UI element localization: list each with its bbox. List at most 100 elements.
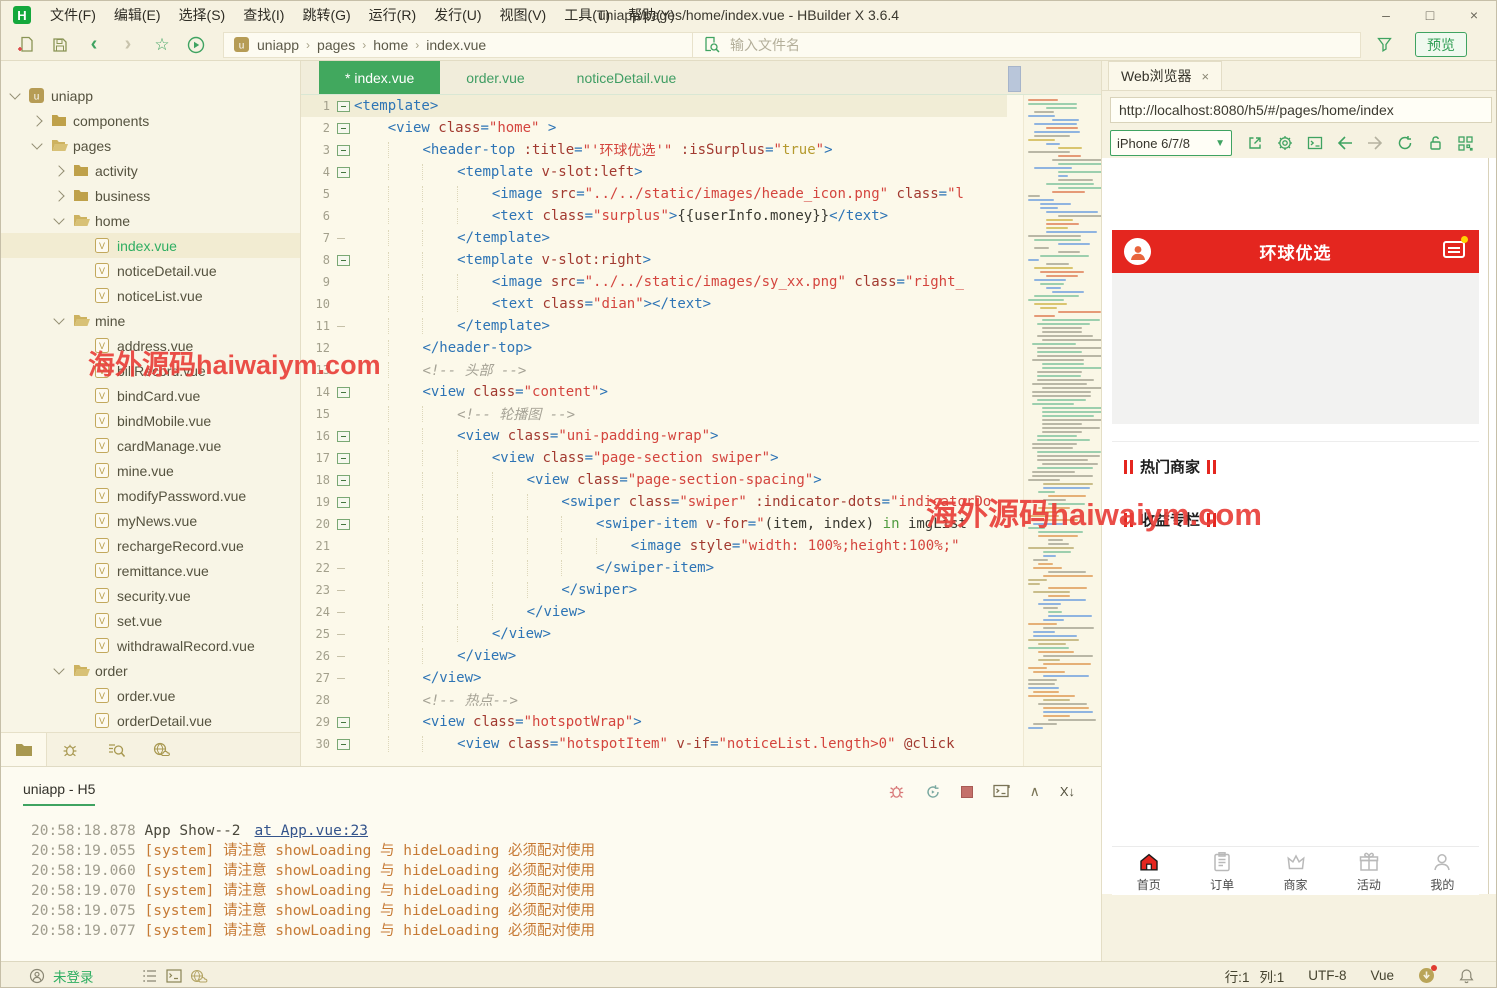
fold-open-icon[interactable] bbox=[337, 717, 350, 728]
chevron-right-icon[interactable] bbox=[53, 165, 64, 176]
breadcrumb-item[interactable]: uniapp bbox=[257, 37, 299, 53]
explorer-tab[interactable] bbox=[1, 733, 47, 766]
clear-console-icon[interactable]: X↓ bbox=[1060, 784, 1075, 799]
tree-item-order[interactable]: order bbox=[1, 658, 300, 683]
fold-open-icon[interactable] bbox=[337, 497, 350, 508]
fold-open-icon[interactable] bbox=[337, 739, 350, 750]
menu-item[interactable]: 发行(U) bbox=[425, 5, 490, 25]
tree-item-noticeDetail.vue[interactable]: VnoticeDetail.vue bbox=[1, 258, 300, 283]
phone-tab-user[interactable]: 我的 bbox=[1406, 847, 1479, 895]
menu-item[interactable]: 文件(F) bbox=[41, 5, 105, 25]
preview-button[interactable]: 预览 bbox=[1415, 32, 1467, 57]
code-line[interactable]: 23 </swiper> bbox=[301, 579, 1007, 601]
code-line[interactable]: 7 </template> bbox=[301, 227, 1007, 249]
code-line[interactable]: 22 </swiper-item> bbox=[301, 557, 1007, 579]
new-file-button[interactable] bbox=[9, 32, 43, 58]
web-browser-tab[interactable]: Web浏览器 × bbox=[1108, 61, 1222, 90]
tree-item-bindMobile.vue[interactable]: VbindMobile.vue bbox=[1, 408, 300, 433]
bookmark-star-button[interactable]: ☆ bbox=[145, 32, 179, 58]
tree-item-noticeList.vue[interactable]: VnoticeList.vue bbox=[1, 283, 300, 308]
tree-item-set.vue[interactable]: Vset.vue bbox=[1, 608, 300, 633]
code-line[interactable]: 28 <!-- 热点--> bbox=[301, 689, 1007, 711]
bell-icon[interactable] bbox=[1459, 968, 1474, 984]
save-button[interactable] bbox=[43, 32, 77, 58]
fold-open-icon[interactable] bbox=[337, 123, 350, 134]
fold-open-icon[interactable] bbox=[337, 519, 350, 530]
tree-item-activity[interactable]: activity bbox=[1, 158, 300, 183]
breadcrumb-item[interactable]: index.vue bbox=[426, 37, 486, 53]
chevron-down-icon[interactable] bbox=[9, 88, 20, 99]
code-line[interactable]: 2 <view class="home" > bbox=[301, 117, 1007, 139]
tree-item-components[interactable]: components bbox=[1, 108, 300, 133]
code-line[interactable]: 27 </view> bbox=[301, 667, 1007, 689]
close-browser-tab-icon[interactable]: × bbox=[1202, 69, 1210, 84]
maximize-button[interactable]: □ bbox=[1408, 1, 1452, 29]
filter-button[interactable] bbox=[1367, 32, 1401, 58]
fold-open-icon[interactable] bbox=[337, 453, 350, 464]
fold-open-icon[interactable] bbox=[337, 101, 350, 112]
debug-tab[interactable] bbox=[47, 733, 93, 766]
code-line[interactable]: 30 <view class="hotspotItem" v-if="notic… bbox=[301, 733, 1007, 755]
code-line[interactable]: 17 <view class="page-section swiper"> bbox=[301, 447, 1007, 469]
file-search-bar[interactable]: 输入文件名 bbox=[693, 32, 1361, 58]
login-status[interactable]: 未登录 bbox=[53, 966, 94, 986]
update-icon[interactable] bbox=[1418, 967, 1435, 984]
menu-item[interactable]: 查找(I) bbox=[234, 5, 293, 25]
code-line[interactable]: 8 <template v-slot:right> bbox=[301, 249, 1007, 271]
avatar[interactable] bbox=[1124, 238, 1151, 265]
tree-item-modifyPassword.vue[interactable]: VmodifyPassword.vue bbox=[1, 483, 300, 508]
tree-item-uniapp[interactable]: uuniapp bbox=[1, 83, 300, 108]
phone-tab-order[interactable]: 订单 bbox=[1185, 847, 1258, 895]
tree-item-order.vue[interactable]: Vorder.vue bbox=[1, 683, 300, 708]
close-button[interactable]: × bbox=[1452, 1, 1496, 29]
terminal-status-icon[interactable] bbox=[166, 969, 182, 983]
tree-item-rechargeRecord.vue[interactable]: VrechargeRecord.vue bbox=[1, 533, 300, 558]
breadcrumb-item[interactable]: home bbox=[373, 37, 408, 53]
code-line[interactable]: 11 </template> bbox=[301, 315, 1007, 337]
code-line[interactable]: 5 <image src="../../static/images/heade_… bbox=[301, 183, 1007, 205]
qr-code-button[interactable] bbox=[1450, 130, 1480, 156]
code-line[interactable]: 4 <template v-slot:left> bbox=[301, 161, 1007, 183]
menu-item[interactable]: 跳转(G) bbox=[293, 5, 359, 25]
tree-item-pages[interactable]: pages bbox=[1, 133, 300, 158]
tree-item-index.vue[interactable]: Vindex.vue bbox=[1, 233, 300, 258]
navigate-back-button[interactable]: ‹ bbox=[77, 32, 111, 58]
browser-forward-button[interactable] bbox=[1360, 130, 1390, 156]
menu-item[interactable]: 编辑(E) bbox=[105, 5, 170, 25]
tree-item-cardManage.vue[interactable]: VcardManage.vue bbox=[1, 433, 300, 458]
fold-open-icon[interactable] bbox=[337, 475, 350, 486]
console-tab[interactable]: uniapp - H5 bbox=[23, 781, 95, 806]
phone-tab-gift[interactable]: 活动 bbox=[1332, 847, 1405, 895]
outline-icon[interactable] bbox=[142, 969, 158, 983]
settings-button[interactable] bbox=[1270, 130, 1300, 156]
restart-icon[interactable] bbox=[925, 784, 941, 800]
search-tab[interactable] bbox=[93, 733, 139, 766]
code-line[interactable]: 3 <header-top :title="'环球优选'" :isSurplus… bbox=[301, 139, 1007, 161]
open-external-button[interactable] bbox=[1240, 130, 1270, 156]
language-mode[interactable]: Vue bbox=[1370, 968, 1394, 983]
code-line[interactable]: 19 <swiper class="swiper" :indicator-dot… bbox=[301, 491, 1007, 513]
code-line[interactable]: 26 </view> bbox=[301, 645, 1007, 667]
tree-item-remittance.vue[interactable]: Vremittance.vue bbox=[1, 558, 300, 583]
lock-button[interactable] bbox=[1420, 130, 1450, 156]
code-lines[interactable]: 1<template>2 <view class="home" >3 <head… bbox=[301, 95, 1007, 766]
tree-item-business[interactable]: business bbox=[1, 183, 300, 208]
tree-item-mine[interactable]: mine bbox=[1, 308, 300, 333]
editor-scrollbar-thumb[interactable] bbox=[1008, 66, 1021, 92]
tree-item-myNews.vue[interactable]: VmyNews.vue bbox=[1, 508, 300, 533]
url-bar[interactable]: http://localhost:8080/h5/#/pages/home/in… bbox=[1110, 97, 1492, 123]
terminal-icon[interactable] bbox=[993, 784, 1010, 799]
stop-icon[interactable] bbox=[961, 786, 973, 798]
phone-tab-shop[interactable]: 商家 bbox=[1259, 847, 1332, 895]
code-line[interactable]: 10 <text class="dian"></text> bbox=[301, 293, 1007, 315]
tree-item-bindCard.vue[interactable]: VbindCard.vue bbox=[1, 383, 300, 408]
breadcrumb[interactable]: uuniapp›pages›home›index.vue bbox=[223, 32, 693, 58]
code-line[interactable]: 18 <view class="page-section-spacing"> bbox=[301, 469, 1007, 491]
fold-open-icon[interactable] bbox=[337, 167, 350, 178]
marketplace-tab[interactable] bbox=[139, 733, 185, 766]
editor-tab-order.vue[interactable]: order.vue bbox=[440, 61, 550, 94]
code-line[interactable]: 9 <image src="../../static/images/sy_xx.… bbox=[301, 271, 1007, 293]
chevron-down-icon[interactable] bbox=[53, 663, 64, 674]
fold-open-icon[interactable] bbox=[337, 255, 350, 266]
minimap[interactable] bbox=[1023, 95, 1101, 766]
